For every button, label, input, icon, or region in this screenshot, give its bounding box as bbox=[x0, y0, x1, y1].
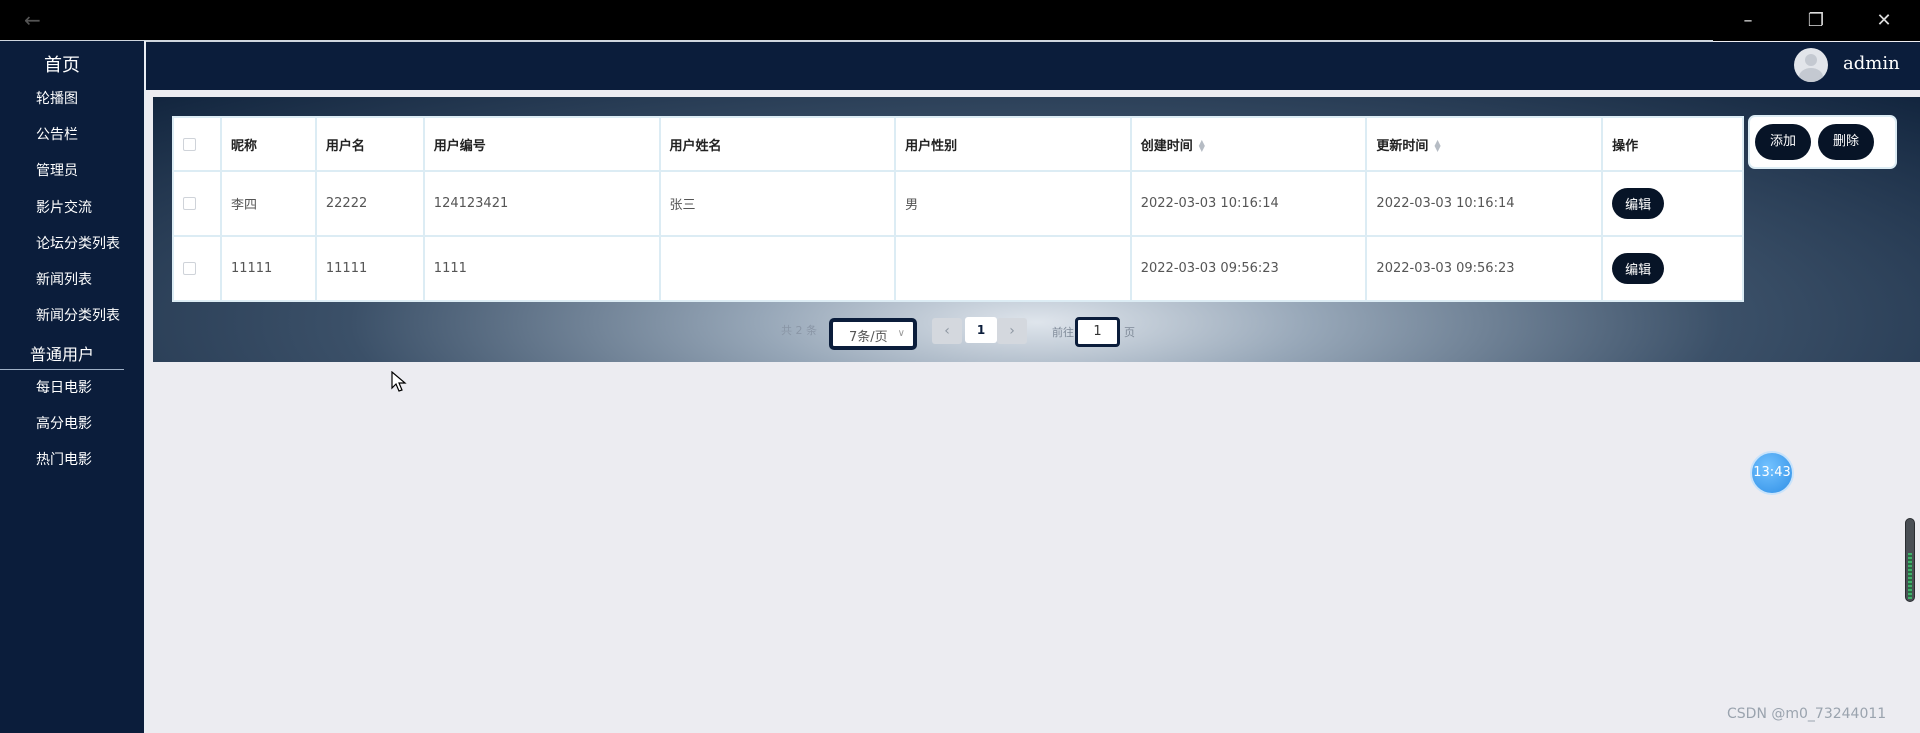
cell-updated: 2022-03-03 10:16:14 bbox=[1365, 170, 1604, 237]
sidebar-item-admin[interactable]: 管理员 bbox=[36, 160, 78, 180]
sidebar-item-forum-category[interactable]: 论坛分类列表 bbox=[36, 233, 120, 253]
col-username: 用户名 bbox=[314, 116, 425, 172]
next-page-button[interactable]: › bbox=[997, 318, 1027, 344]
table-header-row: 昵称 用户名 用户编号 用户姓名 用户性别 创建时间 ▲ ▼ 更新时间 ▲ ▼ 操作 bbox=[172, 116, 1744, 172]
sort-icon[interactable]: ▲ ▼ bbox=[1199, 139, 1205, 153]
page-size-select[interactable]: 7条/页 ∨ bbox=[829, 318, 917, 350]
scroll-indicator[interactable] bbox=[1905, 518, 1915, 602]
floating-clock[interactable]: 13:43 bbox=[1750, 451, 1794, 495]
col-gender: 用户性别 bbox=[894, 116, 1132, 172]
cell-gender bbox=[894, 235, 1132, 302]
action-toolbar: 添加 删除 bbox=[1748, 115, 1897, 169]
col-nickname: 昵称 bbox=[219, 116, 317, 172]
page-number-current[interactable]: 1 bbox=[965, 317, 997, 343]
restore-icon[interactable]: ❐ bbox=[1782, 0, 1850, 41]
pagination-total: 共 2 条 bbox=[781, 324, 817, 337]
row-select-cell bbox=[172, 235, 222, 302]
cell-gender: 男 bbox=[894, 170, 1132, 237]
content-edge bbox=[144, 41, 146, 733]
top-header: admin bbox=[146, 42, 1920, 90]
sidebar-item-popular[interactable]: 热门电影 bbox=[36, 449, 92, 469]
chevron-down-icon: ∨ bbox=[897, 328, 905, 339]
mouse-cursor-icon bbox=[391, 371, 407, 392]
cell-real-name bbox=[658, 235, 897, 302]
prev-page-button[interactable]: ‹ bbox=[932, 318, 962, 344]
cell-created: 2022-03-03 10:16:14 bbox=[1129, 170, 1368, 237]
col-real-name: 用户姓名 bbox=[658, 116, 897, 172]
col-created-label: 创建时间 bbox=[1140, 138, 1193, 154]
row-checkbox[interactable] bbox=[183, 197, 196, 210]
window-titlebar: ← – ❐ ✕ bbox=[0, 0, 1920, 42]
select-all-cell bbox=[172, 116, 222, 172]
cell-username: 11111 bbox=[314, 235, 425, 302]
menu-home[interactable]: 首页 bbox=[0, 51, 124, 77]
goto-page-input[interactable]: 1 bbox=[1075, 317, 1120, 347]
col-updated-label: 更新时间 bbox=[1376, 138, 1429, 154]
cell-updated: 2022-03-03 09:56:23 bbox=[1365, 235, 1604, 302]
sidebar-item-notice[interactable]: 公告栏 bbox=[36, 124, 78, 144]
col-updated[interactable]: 更新时间 ▲ ▼ bbox=[1365, 116, 1604, 172]
cell-actions: 编辑 bbox=[1601, 235, 1744, 302]
add-button[interactable]: 添加 bbox=[1755, 124, 1812, 160]
user-avatar-icon[interactable] bbox=[1794, 48, 1828, 82]
table-row: 李四 22222 124123421 张三 男 2022-03-03 10:16… bbox=[172, 170, 1744, 237]
sidebar-item-news-category[interactable]: 新闻分类列表 bbox=[36, 305, 120, 325]
col-user-no: 用户编号 bbox=[422, 116, 661, 172]
sidebar-item-carousel[interactable]: 轮播图 bbox=[36, 88, 78, 108]
goto-prefix: 前往 bbox=[1052, 326, 1074, 339]
sidebar-item-movie-forum[interactable]: 影片交流 bbox=[36, 197, 92, 217]
edit-button[interactable]: 编辑 bbox=[1612, 188, 1665, 219]
username-label[interactable]: admin bbox=[1843, 53, 1900, 74]
col-actions: 操作 bbox=[1601, 116, 1744, 172]
cell-real-name: 张三 bbox=[658, 170, 897, 237]
page-size-value: 7条/页 bbox=[849, 330, 888, 345]
col-created[interactable]: 创建时间 ▲ ▼ bbox=[1129, 116, 1368, 172]
row-checkbox[interactable] bbox=[183, 262, 196, 275]
cell-nickname: 李四 bbox=[219, 170, 317, 237]
delete-button[interactable]: 删除 bbox=[1818, 124, 1875, 160]
cell-actions: 编辑 bbox=[1601, 170, 1744, 237]
cell-username: 22222 bbox=[314, 170, 425, 237]
minimize-icon[interactable]: – bbox=[1714, 0, 1782, 41]
menu-users[interactable]: 普通用户 bbox=[0, 341, 124, 370]
cell-user-no: 124123421 bbox=[422, 170, 661, 237]
cell-nickname: 11111 bbox=[219, 235, 317, 302]
watermark: CSDN @m0_73244011 bbox=[1727, 706, 1887, 722]
sidebar-item-news[interactable]: 新闻列表 bbox=[36, 269, 92, 289]
close-icon[interactable]: ✕ bbox=[1850, 0, 1918, 41]
select-all-checkbox[interactable] bbox=[183, 137, 196, 151]
goto-suffix: 页 bbox=[1124, 326, 1135, 339]
user-table: 昵称 用户名 用户编号 用户姓名 用户性别 创建时间 ▲ ▼ 更新时间 ▲ ▼ 操作 李… bbox=[172, 116, 1744, 302]
cell-user-no: 1111 bbox=[422, 235, 661, 302]
sort-icon[interactable]: ▲ ▼ bbox=[1434, 139, 1440, 153]
edit-button[interactable]: 编辑 bbox=[1612, 253, 1665, 284]
back-arrow-icon[interactable]: ← bbox=[24, 10, 41, 30]
table-row: 11111 11111 1111 2022-03-03 09:56:23 202… bbox=[172, 235, 1744, 302]
sidebar: 首页 轮播图 公告栏 管理员 影片交流 论坛分类列表 新闻列表 新闻分类列表 普… bbox=[0, 41, 144, 733]
row-select-cell bbox=[172, 170, 222, 237]
sidebar-item-top-rated[interactable]: 高分电影 bbox=[36, 413, 92, 433]
sidebar-item-daily-movie[interactable]: 每日电影 bbox=[36, 377, 92, 397]
cell-created: 2022-03-03 09:56:23 bbox=[1129, 235, 1368, 302]
